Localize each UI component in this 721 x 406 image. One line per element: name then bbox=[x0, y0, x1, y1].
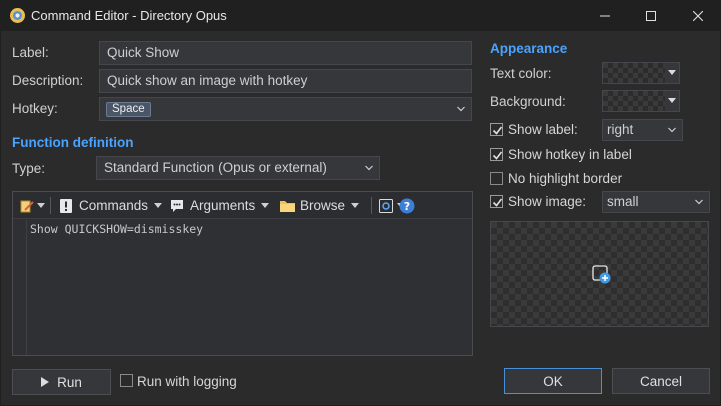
edit-tool-button[interactable] bbox=[19, 196, 45, 215]
commands-icon bbox=[60, 198, 72, 213]
show-label-dropdown[interactable]: right bbox=[602, 119, 683, 141]
browse-menu[interactable]: Browse bbox=[279, 196, 360, 215]
commands-label: Commands bbox=[79, 198, 149, 213]
edit-tool-icon bbox=[20, 200, 34, 212]
description-input[interactable]: Quick show an image with hotkey bbox=[99, 69, 472, 93]
help-icon: ? bbox=[399, 198, 415, 213]
cancel-button[interactable]: Cancel bbox=[612, 368, 710, 394]
chevron-down-icon bbox=[668, 98, 676, 103]
maximize-button[interactable] bbox=[628, 0, 674, 31]
chevron-down-icon bbox=[695, 199, 703, 205]
background-caption: Background: bbox=[490, 94, 566, 109]
hotkey-dropdown[interactable]: Space bbox=[99, 97, 472, 121]
minimize-button[interactable] bbox=[582, 0, 628, 31]
label-input[interactable]: Quick Show bbox=[99, 41, 472, 65]
maximize-icon bbox=[646, 10, 656, 21]
checkmark-icon bbox=[492, 151, 503, 160]
show-label-value: right bbox=[607, 122, 634, 137]
show-image-checkbox[interactable] bbox=[490, 195, 503, 208]
arguments-label: Arguments bbox=[190, 198, 256, 213]
chevron-down-icon bbox=[668, 70, 676, 75]
close-button[interactable] bbox=[675, 0, 721, 31]
minimize-icon bbox=[600, 15, 610, 16]
show-hotkey-checkbox[interactable] bbox=[490, 148, 503, 161]
add-image-icon bbox=[592, 265, 611, 284]
play-icon bbox=[41, 377, 50, 387]
text-color-caption: Text color: bbox=[490, 66, 552, 81]
checkmark-icon bbox=[492, 126, 503, 135]
chevron-down-icon bbox=[365, 165, 373, 171]
checkmark-icon bbox=[492, 198, 503, 207]
show-label-caption: Show label: bbox=[508, 122, 578, 137]
ok-label: OK bbox=[543, 373, 563, 389]
dialog-body: Label: Quick Show Description: Quick sho… bbox=[1, 31, 720, 405]
svg-text:?: ? bbox=[404, 200, 410, 213]
arguments-menu[interactable]: Arguments bbox=[169, 196, 270, 215]
arguments-icon bbox=[171, 199, 183, 212]
text-color-picker[interactable] bbox=[602, 62, 680, 84]
run-label: Run bbox=[57, 374, 82, 390]
app-icon bbox=[10, 8, 25, 23]
show-hotkey-caption: Show hotkey in label bbox=[508, 147, 632, 162]
browse-label: Browse bbox=[300, 198, 346, 213]
ok-button[interactable]: OK bbox=[504, 368, 602, 394]
cancel-label: Cancel bbox=[639, 373, 683, 389]
function-section-title: Function definition bbox=[12, 135, 134, 150]
hotkey-chip: Space bbox=[106, 102, 151, 117]
command-code[interactable]: Show QUICKSHOW=dismisskey bbox=[30, 222, 203, 236]
editor-toolbar: Commands Arguments Browse ? bbox=[13, 192, 472, 219]
show-image-value: small bbox=[607, 194, 639, 209]
chevron-down-icon bbox=[457, 106, 465, 112]
run-logging-checkbox[interactable] bbox=[120, 374, 133, 387]
run-button[interactable]: Run bbox=[12, 369, 111, 395]
no-highlight-caption: No highlight border bbox=[508, 171, 623, 186]
show-label-checkbox[interactable] bbox=[490, 123, 503, 136]
commands-menu[interactable]: Commands bbox=[58, 196, 163, 215]
title-bar: Command Editor - Directory Opus bbox=[0, 0, 721, 31]
chevron-down-icon bbox=[668, 127, 676, 133]
run-logging-caption: Run with logging bbox=[137, 374, 237, 389]
editor-gutter bbox=[13, 220, 27, 355]
no-highlight-checkbox[interactable] bbox=[490, 172, 503, 185]
window-title: Command Editor - Directory Opus bbox=[31, 8, 227, 23]
type-dropdown[interactable]: Standard Function (Opus or external) bbox=[96, 156, 380, 180]
label-caption: Label: bbox=[12, 45, 49, 60]
background-color-picker[interactable] bbox=[602, 90, 680, 112]
hotkey-caption: Hotkey: bbox=[12, 101, 58, 116]
type-caption: Type: bbox=[12, 161, 46, 176]
folder-icon bbox=[280, 200, 295, 212]
command-editor: Commands Arguments Browse ? Show QUICKSH… bbox=[12, 191, 473, 356]
close-icon bbox=[693, 10, 703, 21]
appearance-section-title: Appearance bbox=[490, 41, 568, 56]
help-button[interactable]: ? bbox=[399, 196, 415, 215]
show-image-caption: Show image: bbox=[508, 194, 587, 209]
description-caption: Description: bbox=[12, 73, 84, 88]
show-image-dropdown[interactable]: small bbox=[602, 191, 710, 213]
type-value: Standard Function (Opus or external) bbox=[104, 160, 327, 175]
image-preview[interactable] bbox=[490, 221, 709, 327]
dialog-icon bbox=[379, 198, 393, 213]
